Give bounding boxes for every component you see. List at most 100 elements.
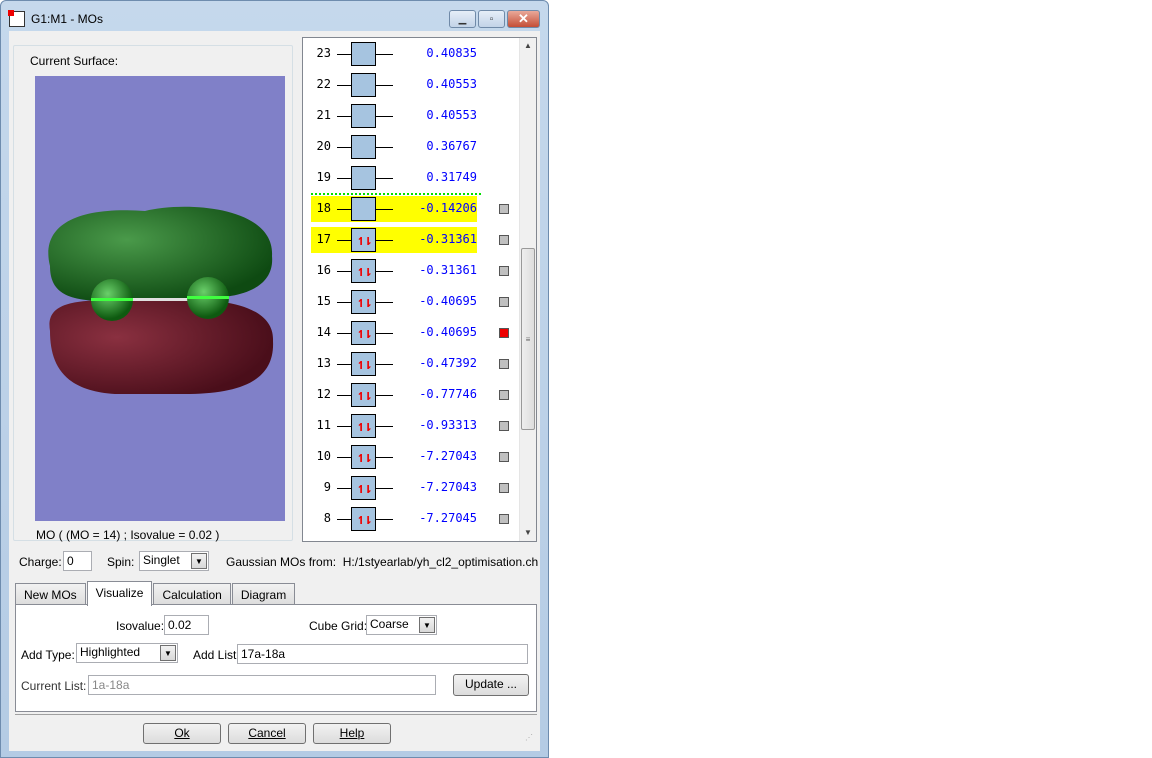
tab-diagram[interactable]: Diagram <box>231 583 296 605</box>
orbital-box[interactable]: ↿⇂ <box>351 476 376 500</box>
orbital-row[interactable]: 21 0.40553 <box>311 103 511 129</box>
cancel-button[interactable]: Cancel <box>228 723 306 744</box>
ok-button[interactable]: Ok <box>143 723 221 744</box>
chevron-down-icon[interactable]: ▼ <box>160 645 176 661</box>
orbital-row[interactable]: 20 0.36767 <box>311 134 511 160</box>
orbital-select-checkbox[interactable] <box>499 421 509 431</box>
orbital-list-scrollbar[interactable]: ▲ ≡ ▼ <box>519 38 536 541</box>
chevron-down-icon[interactable]: ▼ <box>191 553 207 569</box>
visualize-panel: Isovalue: 0.02 Cube Grid: Coarse ▼ Add Ty… <box>15 604 537 712</box>
orbital-box[interactable]: ↿⇂ <box>351 507 376 531</box>
maximize-button[interactable]: ▫ <box>478 10 505 28</box>
isovalue-input[interactable]: 0.02 <box>164 615 209 635</box>
orbital-number: 20 <box>316 139 331 153</box>
help-button[interactable]: Help <box>313 723 391 744</box>
scroll-up-icon[interactable]: ▲ <box>520 38 536 54</box>
cube-grid-label: Cube Grid: <box>309 619 368 633</box>
orbital-number: 13 <box>316 356 331 370</box>
orbital-surface <box>48 206 274 394</box>
orbital-select-checkbox[interactable] <box>499 266 509 276</box>
orbital-select-checkbox[interactable] <box>499 452 509 462</box>
orbital-box[interactable] <box>351 135 376 159</box>
orbital-number: 12 <box>316 387 331 401</box>
orbital-box[interactable]: ↿⇂ <box>351 383 376 407</box>
update-button[interactable]: Update ... <box>453 674 529 696</box>
resize-grip-icon[interactable]: ⋰ <box>525 733 533 742</box>
orbital-box[interactable] <box>351 104 376 128</box>
orbital-box[interactable]: ↿⇂ <box>351 352 376 376</box>
scroll-thumb[interactable]: ≡ <box>521 248 535 430</box>
orbital-row[interactable]: 18 -0.14206 <box>311 196 509 222</box>
orbital-number: 11 <box>316 418 331 432</box>
orbital-box[interactable]: ↿⇂ <box>351 321 376 345</box>
orbital-row[interactable]: 11 ↿⇂ -0.93313 <box>311 413 511 439</box>
orbital-row[interactable]: 15 ↿⇂ -0.40695 <box>311 289 511 315</box>
tab-new-mos[interactable]: New MOs <box>15 583 86 605</box>
orbital-row[interactable]: 17 ↿⇂ -0.31361 <box>311 227 509 253</box>
orbital-number: 10 <box>316 449 331 463</box>
orbital-energy: -0.14206 <box>419 201 477 215</box>
orbital-box[interactable] <box>351 42 376 66</box>
title-bar: G1:M1 - MOs <box>8 9 104 29</box>
tab-visualize[interactable]: Visualize <box>86 581 153 606</box>
add-list-label: Add List: <box>193 648 240 662</box>
orbital-row[interactable]: 9 ↿⇂ -7.27043 <box>311 475 511 501</box>
orbital-energy: 0.40553 <box>426 108 477 122</box>
orbital-select-checkbox[interactable] <box>499 514 509 524</box>
orbital-row[interactable]: 14 ↿⇂ -0.40695 <box>311 320 511 346</box>
orbital-row[interactable]: 12 ↿⇂ -0.77746 <box>311 382 511 408</box>
orbital-number: 9 <box>323 480 331 494</box>
source-path: H:/1styearlab/yh_cl2_optimisation.ch <box>342 555 539 569</box>
orbital-number: 23 <box>316 46 331 60</box>
orbital-select-checkbox[interactable] <box>499 235 509 245</box>
add-type-value: Highlighted <box>80 645 141 659</box>
orbital-box[interactable]: ↿⇂ <box>351 445 376 469</box>
orbital-box[interactable]: ↿⇂ <box>351 290 376 314</box>
orbital-select-checkbox[interactable] <box>499 328 509 338</box>
window-title: G1:M1 - MOs <box>31 12 104 26</box>
molecule-viewport[interactable] <box>35 76 285 521</box>
orbital-row[interactable]: 13 ↿⇂ -0.47392 <box>311 351 511 377</box>
orbital-select-checkbox[interactable] <box>499 390 509 400</box>
current-list-input: 1a-18a <box>88 675 436 695</box>
add-list-input[interactable]: 17a-18a <box>237 644 528 664</box>
orbital-select-checkbox[interactable] <box>499 483 509 493</box>
orbital-box[interactable] <box>351 197 376 221</box>
orbital-row[interactable]: 10 ↿⇂ -7.27043 <box>311 444 511 470</box>
source-label: Gaussian MOs from: <box>226 555 337 569</box>
charge-label: Charge: <box>19 555 62 569</box>
orbital-box[interactable]: ↿⇂ <box>351 259 376 283</box>
cube-grid-value: Coarse <box>370 617 409 631</box>
scroll-down-icon[interactable]: ▼ <box>520 525 536 541</box>
tab-calculation[interactable]: Calculation <box>153 583 231 605</box>
minimize-button[interactable]: ▁ <box>449 10 476 28</box>
orbital-box[interactable]: ↿⇂ <box>351 414 376 438</box>
orbital-row[interactable]: 22 0.40553 <box>311 72 511 98</box>
orbital-box[interactable] <box>351 166 376 190</box>
orbital-energy: -7.27045 <box>419 511 477 525</box>
orbital-box[interactable]: ↿⇂ <box>351 228 376 252</box>
source-info: Gaussian MOs from: H:/1styearlab/yh_cl2_… <box>226 555 540 569</box>
chevron-down-icon[interactable]: ▼ <box>419 617 435 633</box>
orbital-energy: -7.27043 <box>419 449 477 463</box>
orbital-energy: -7.27043 <box>419 480 477 494</box>
orbital-row[interactable]: 16 ↿⇂ -0.31361 <box>311 258 511 284</box>
orbital-select-checkbox[interactable] <box>499 297 509 307</box>
orbital-select-checkbox[interactable] <box>499 204 509 214</box>
orbital-row[interactable]: 8 ↿⇂ -7.27045 <box>311 506 511 532</box>
orbital-row[interactable]: 19 0.31749 <box>311 165 511 191</box>
current-surface-label: Current Surface: <box>28 54 121 68</box>
app-icon <box>8 10 25 27</box>
orbital-select-checkbox[interactable] <box>499 359 509 369</box>
spin-select[interactable]: Singlet ▼ <box>139 551 209 571</box>
add-type-select[interactable]: Highlighted ▼ <box>76 643 178 663</box>
orbital-box[interactable] <box>351 73 376 97</box>
close-button[interactable]: ✕ <box>507 10 540 28</box>
charge-input[interactable]: 0 <box>63 551 92 571</box>
mo-window: G1:M1 - MOs ▁ ▫ ✕ Current Surface: MO (… <box>0 0 549 758</box>
orbital-number: 22 <box>316 77 331 91</box>
orbital-list[interactable]: 23 0.40835 22 0.40553 21 0.40553 20 0.36767 19 0.… <box>302 37 537 542</box>
orbital-row[interactable]: 23 0.40835 <box>311 41 511 67</box>
cube-grid-select[interactable]: Coarse ▼ <box>366 615 437 635</box>
orbital-energy: 0.40553 <box>426 77 477 91</box>
